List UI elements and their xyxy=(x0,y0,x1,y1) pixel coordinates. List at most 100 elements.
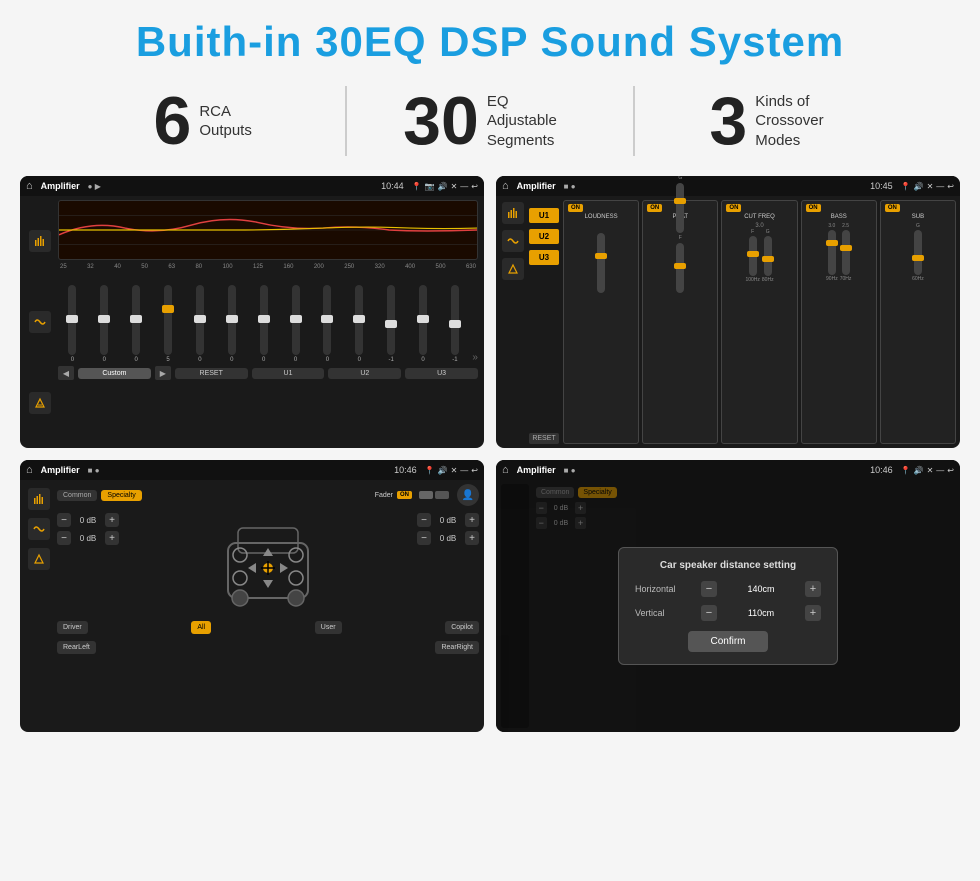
dialog-title: Car speaker distance setting xyxy=(635,560,821,571)
eq-content: 253240506380100125160200250320400500630 … xyxy=(20,196,484,448)
co-home-icon[interactable]: ⌂ xyxy=(502,180,509,192)
loudness-label: LOUDNESS xyxy=(568,214,634,220)
dialog-status-bar: ⌂ Amplifier ■ ● 10:46 📍 🔊 ✕ — ↩ xyxy=(496,460,960,480)
ch-right2-plus[interactable]: + xyxy=(465,531,479,545)
co-sidebar-icon-3[interactable] xyxy=(502,258,524,280)
eq-slider-6[interactable]: 0 xyxy=(217,285,246,363)
dialog-home-icon[interactable]: ⌂ xyxy=(502,464,509,476)
eq-slider-7[interactable]: 0 xyxy=(249,285,278,363)
eq-slider-4[interactable]: 5 xyxy=(154,285,183,363)
co-sidebar-icon-1[interactable] xyxy=(502,202,524,224)
co-volume-icon: 🔊 xyxy=(914,182,924,191)
stat-number-eq: 30 xyxy=(403,87,479,155)
custom-preset-btn[interactable]: Custom xyxy=(78,368,151,379)
horizontal-plus-btn[interactable]: + xyxy=(805,581,821,597)
fader-user-icon-btn[interactable]: 👤 xyxy=(457,484,479,506)
eq-slider-2[interactable]: 0 xyxy=(90,285,119,363)
co-u2-btn[interactable]: U2 xyxy=(529,229,559,244)
rearright-btn[interactable]: RearRight xyxy=(435,641,479,654)
vertical-value: 110cm xyxy=(721,608,801,618)
co-cutfreq-module: ON CUT FREQ 3.0 F 100Hz xyxy=(721,200,797,444)
ch-left-minus[interactable]: − xyxy=(57,513,71,527)
loudness-on-badge[interactable]: ON xyxy=(568,204,583,212)
eq-status-dots: ● ▶ xyxy=(88,182,101,191)
fader-home-icon[interactable]: ⌂ xyxy=(26,464,33,476)
horizontal-value: 140cm xyxy=(721,584,801,594)
fader-on-badge[interactable]: ON xyxy=(397,491,412,499)
expand-icon[interactable]: » xyxy=(472,352,478,363)
fader-back-icon[interactable]: ↩ xyxy=(471,466,478,475)
co-sidebar-icon-2[interactable] xyxy=(502,230,524,252)
dialog-location-icon: 📍 xyxy=(901,466,911,475)
page-header: Buith-in 30EQ DSP Sound System xyxy=(0,0,980,76)
ch-left-plus[interactable]: + xyxy=(105,513,119,527)
phat-on-badge[interactable]: ON xyxy=(647,204,662,212)
sub-on-badge[interactable]: ON xyxy=(885,204,900,212)
dialog-back-icon[interactable]: ↩ xyxy=(947,466,954,475)
dialog-overlay: Car speaker distance setting Horizontal … xyxy=(496,480,960,732)
eq-sidebar-icon-1[interactable] xyxy=(29,230,51,252)
back-icon[interactable]: ↩ xyxy=(471,182,478,191)
ch-right2-value: 0 dB xyxy=(434,534,462,543)
vertical-plus-btn[interactable]: + xyxy=(805,605,821,621)
ch-left2-minus[interactable]: − xyxy=(57,531,71,545)
home-icon[interactable]: ⌂ xyxy=(26,180,33,192)
u3-btn[interactable]: U3 xyxy=(405,368,478,379)
fader-sidebar-icon-2[interactable] xyxy=(28,518,50,540)
ch-right-plus[interactable]: + xyxy=(465,513,479,527)
fader-specialty-tab[interactable]: Specialty xyxy=(101,490,141,501)
driver-btn[interactable]: Driver xyxy=(57,621,88,634)
rearleft-btn[interactable]: RearLeft xyxy=(57,641,96,654)
prev-preset-btn[interactable]: ◀ xyxy=(58,366,74,380)
eq-slider-1[interactable]: 0 xyxy=(58,285,87,363)
u2-btn[interactable]: U2 xyxy=(328,368,401,379)
eq-sidebar-icon-2[interactable] xyxy=(29,311,51,333)
eq-sidebar-icon-3[interactable] xyxy=(29,392,51,414)
cutfreq-label: CUT FREQ xyxy=(726,214,792,220)
fader-sidebar-icon-3[interactable] xyxy=(28,548,50,570)
ch-right2-minus[interactable]: − xyxy=(417,531,431,545)
co-status-dots: ■ ● xyxy=(564,182,576,191)
fader-sidebar-icon-1[interactable] xyxy=(28,488,50,510)
dialog-volume-icon: 🔊 xyxy=(914,466,924,475)
eq-slider-12[interactable]: 0 xyxy=(409,285,438,363)
u1-btn[interactable]: U1 xyxy=(252,368,325,379)
eq-slider-3[interactable]: 0 xyxy=(122,285,151,363)
eq-slider-8[interactable]: 0 xyxy=(281,285,310,363)
crossover-panel: ⌂ Amplifier ■ ● 10:45 📍 🔊 ✕ — ↩ xyxy=(496,176,960,448)
co-reset-btn[interactable]: RESET xyxy=(529,433,559,444)
user-btn[interactable]: User xyxy=(315,621,342,634)
eq-slider-13[interactable]: -1 xyxy=(441,285,470,363)
stat-number-rca: 6 xyxy=(153,87,191,155)
confirm-button[interactable]: Confirm xyxy=(688,631,768,652)
eq-slider-5[interactable]: 0 xyxy=(186,285,215,363)
fader-common-tab[interactable]: Common xyxy=(57,490,97,501)
co-sidebar xyxy=(500,200,526,444)
horizontal-minus-btn[interactable]: − xyxy=(701,581,717,597)
ch-right-minus[interactable]: − xyxy=(417,513,431,527)
ch-right-control: − 0 dB + xyxy=(417,513,479,527)
copilot-btn[interactable]: Copilot xyxy=(445,621,479,634)
dialog-close-icon: ✕ xyxy=(927,466,934,475)
eq-slider-10[interactable]: 0 xyxy=(345,285,374,363)
all-btn[interactable]: All xyxy=(191,621,211,634)
dialog-horizontal-row: Horizontal − 140cm + xyxy=(635,581,821,597)
dialog-panel: ⌂ Amplifier ■ ● 10:46 📍 🔊 ✕ — ↩ Common S… xyxy=(496,460,960,732)
reset-btn[interactable]: RESET xyxy=(175,368,248,379)
vertical-minus-btn[interactable]: − xyxy=(701,605,717,621)
eq-slider-9[interactable]: 0 xyxy=(313,285,342,363)
co-back-icon[interactable]: ↩ xyxy=(947,182,954,191)
phat-slider[interactable]: G F xyxy=(647,223,713,293)
eq-slider-11[interactable]: -1 xyxy=(377,285,406,363)
stats-row: 6 RCAOutputs 30 EQ AdjustableSegments 3 … xyxy=(0,76,980,170)
co-minimize-icon: — xyxy=(936,182,944,191)
ch-left2-plus[interactable]: + xyxy=(105,531,119,545)
cutfreq-on-badge[interactable]: ON xyxy=(726,204,741,212)
next-preset-btn[interactable]: ▶ xyxy=(155,366,171,380)
bass-on-badge[interactable]: ON xyxy=(806,204,821,212)
fader-app-name: Amplifier xyxy=(41,465,80,475)
loudness-slider[interactable] xyxy=(568,223,634,293)
co-u1-btn[interactable]: U1 xyxy=(529,208,559,223)
co-u3-btn[interactable]: U3 xyxy=(529,250,559,265)
ch-left2-control: − 0 dB + xyxy=(57,531,119,545)
